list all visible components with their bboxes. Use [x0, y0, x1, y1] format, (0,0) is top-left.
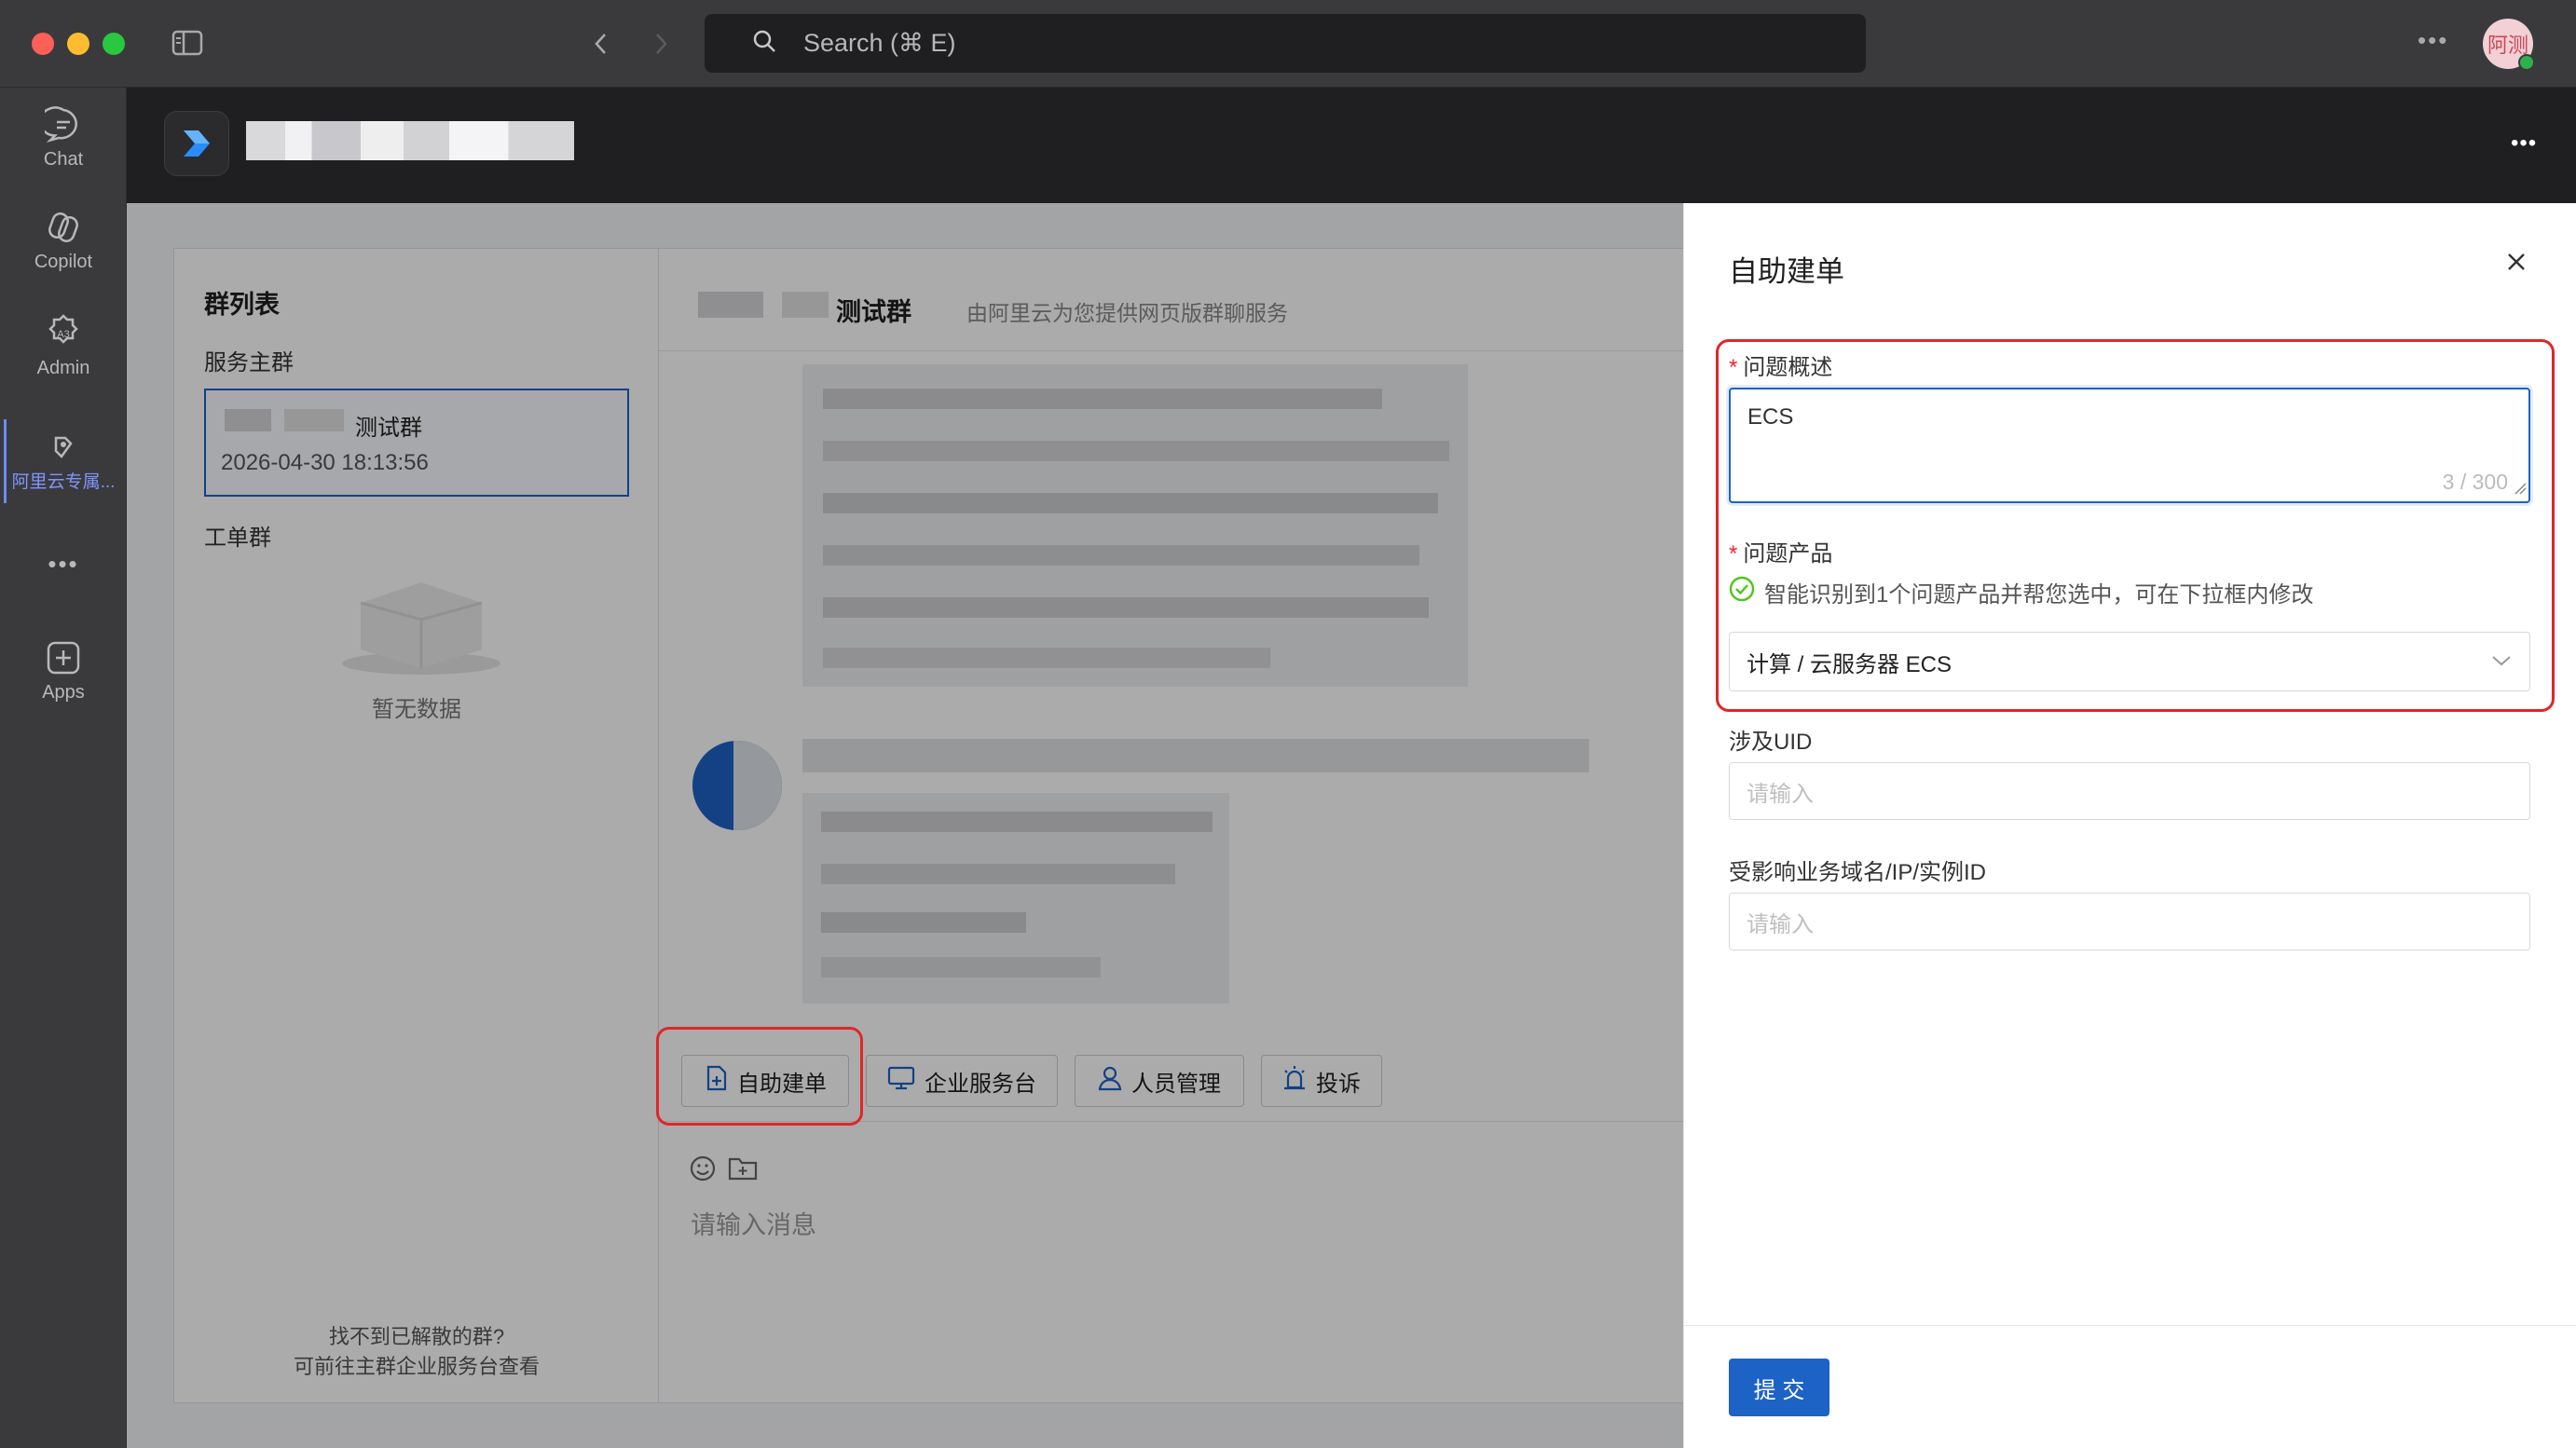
svg-text:A3: A3	[57, 329, 69, 340]
rail-label-chat: Chat	[43, 149, 84, 170]
product-hint: 智能识别到1个问题产品并帮您选中，可在下拉框内修改	[1729, 576, 2313, 608]
drawer-footer-divider	[1684, 1325, 2576, 1326]
online-status-icon	[2518, 54, 2535, 71]
app-logo-icon	[164, 111, 229, 176]
app-name-redacted	[246, 121, 574, 160]
close-icon[interactable]	[2504, 250, 2528, 279]
maximize-window-button[interactable]	[103, 33, 125, 55]
self-service-ticket-drawer: 自助建单 * 问题概述 ECS 3 / 300 * 问题产品 智能识别到1个问题产品…	[1683, 203, 2576, 1448]
close-window-button[interactable]	[32, 33, 54, 55]
modal-overlay[interactable]	[127, 203, 1683, 1448]
chevron-down-icon	[2490, 649, 2513, 675]
rail-label-copilot: Copilot	[34, 252, 93, 272]
avatar[interactable]: 阿测	[2483, 19, 2535, 71]
problem-product-value: 计算 / 云服务器 ECS	[1747, 651, 1953, 677]
problem-summary-value: ECS	[1747, 404, 1794, 430]
window-titlebar: Search (⌘ E) ••• 阿测	[0, 0, 2576, 88]
rail-label-apps: Apps	[42, 682, 85, 703]
affected-domain-label: 受影响业务域名/IP/实例ID	[1729, 860, 1987, 885]
rail-item-apps[interactable]: Apps	[0, 639, 127, 704]
app-rail: Chat Copilot A3 Admin 阿里云专属... ••• Apps	[0, 88, 127, 1448]
app-header: •••	[127, 88, 2576, 203]
rail-more-icon[interactable]: •••	[0, 550, 127, 579]
submit-button[interactable]: 提 交	[1729, 1359, 1829, 1416]
highlight-self-service-button	[656, 1027, 863, 1126]
copilot-icon	[0, 209, 127, 246]
uid-input[interactable]: 请输入	[1729, 762, 2530, 820]
back-arrow-icon[interactable]	[591, 32, 611, 61]
uid-label: 涉及UID	[1729, 730, 1813, 755]
problem-summary-counter: 3 / 300	[2442, 470, 2508, 494]
admin-icon: A3	[0, 313, 127, 352]
app-more-icon[interactable]: •••	[2511, 130, 2537, 157]
problem-summary-label: * 问题概述	[1729, 355, 1833, 380]
rail-item-admin[interactable]: A3 Admin	[0, 313, 127, 379]
affected-domain-input[interactable]: 请输入	[1729, 893, 2530, 950]
problem-product-select[interactable]: 计算 / 云服务器 ECS	[1729, 632, 2530, 691]
rail-label-aliyun: 阿里云专属...	[11, 472, 116, 492]
apps-icon	[0, 639, 127, 676]
sidebar-toggle-icon[interactable]	[171, 30, 203, 61]
drawer-title: 自助建单	[1729, 255, 1844, 288]
rail-label-admin: Admin	[36, 358, 90, 378]
minimize-window-button[interactable]	[67, 33, 89, 55]
forward-arrow-icon[interactable]	[651, 32, 671, 61]
check-circle-icon	[1729, 576, 1755, 608]
search-placeholder: Search (⌘ E)	[803, 29, 956, 57]
aliyun-icon	[0, 432, 127, 462]
chat-icon	[0, 106, 127, 143]
search-icon	[751, 28, 777, 59]
global-search-input[interactable]: Search (⌘ E)	[705, 14, 1866, 73]
resize-handle-icon[interactable]	[2514, 482, 2527, 499]
more-options-icon[interactable]: •••	[2418, 26, 2448, 55]
problem-product-label: * 问题产品	[1729, 541, 1833, 567]
rail-item-aliyun[interactable]: 阿里云专属...	[0, 432, 127, 493]
problem-summary-textarea[interactable]: ECS 3 / 300	[1729, 388, 2530, 503]
rail-item-chat[interactable]: Chat	[0, 106, 127, 171]
rail-item-copilot[interactable]: Copilot	[0, 209, 127, 273]
product-hint-text: 智能识别到1个问题产品并帮您选中，可在下拉框内修改	[1764, 582, 2314, 608]
